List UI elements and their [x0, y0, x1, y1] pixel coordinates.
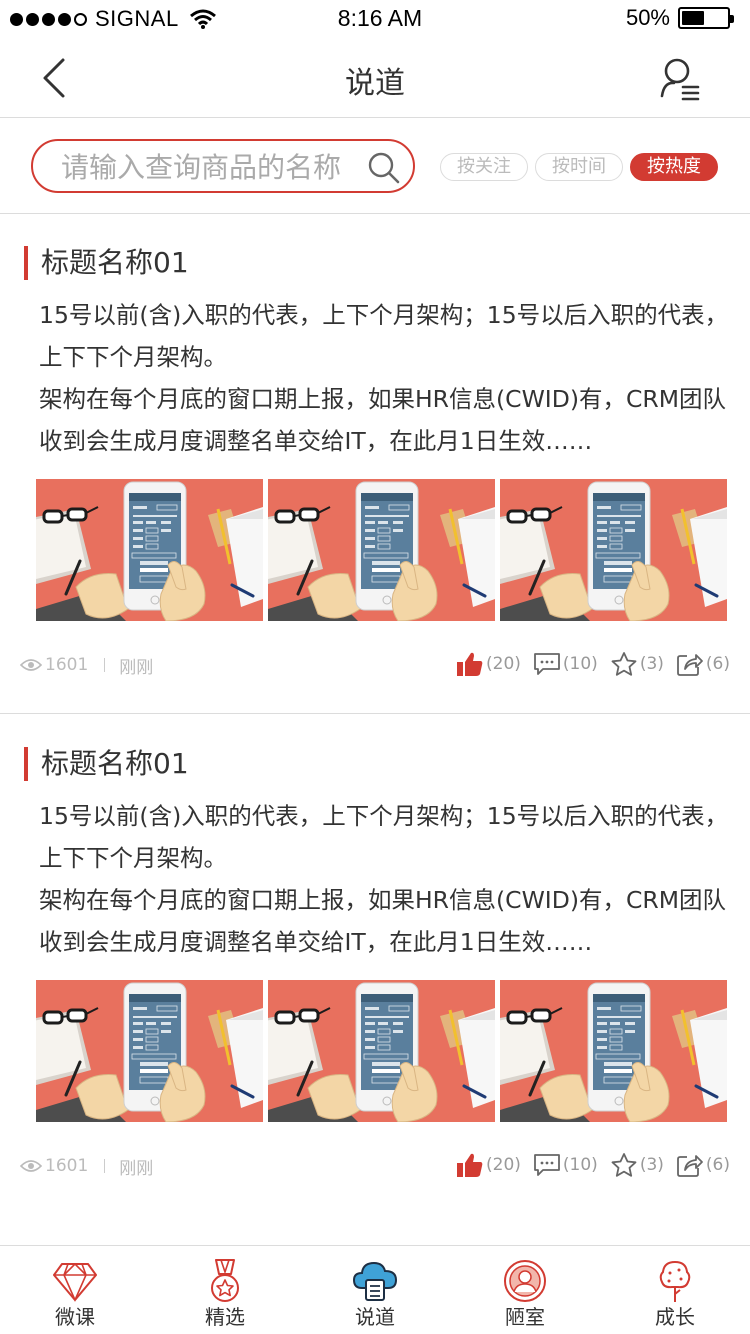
post-images [36, 479, 728, 621]
post-time: 刚刚 [119, 1158, 154, 1179]
diamond-icon [53, 1262, 97, 1302]
tab-label: 微课 [55, 1305, 95, 1329]
battery-group: 50% [625, 5, 734, 31]
page-title: 说道 [345, 66, 405, 101]
post-image[interactable] [268, 980, 495, 1122]
share-icon [677, 654, 703, 676]
thumbs-up-icon [457, 652, 483, 676]
tab-label: 成长 [655, 1305, 695, 1329]
post-title[interactable]: 标题名称01 [24, 246, 189, 280]
battery-percent: 50% [625, 5, 670, 30]
post-actions: (20) (10) (3) (6) [444, 649, 730, 679]
sort-by-popularity-button[interactable]: 按热度 [630, 153, 718, 181]
star-icon [611, 652, 637, 676]
post-image[interactable] [268, 479, 495, 621]
favorite-count: (3) [639, 654, 664, 674]
comment-button[interactable]: (10) [533, 1153, 598, 1177]
tab-label: 陋室 [505, 1305, 545, 1329]
post-image[interactable] [500, 980, 727, 1122]
phone-illustration [268, 479, 495, 621]
tab-jingxuan[interactable]: 精选 [150, 1246, 300, 1334]
post-paragraph: 架构在每个月底的窗口期上报，如果HR信息(CWID)有，CRM团队收到会生成月度… [39, 886, 727, 956]
share-count: (6) [705, 1155, 730, 1175]
post-actions: (20) (10) (3) (6) [444, 1150, 730, 1180]
search-icon[interactable] [367, 151, 401, 185]
filter-bar: 按关注 按时间 按热度 [0, 118, 750, 214]
tab-weike[interactable]: 微课 [0, 1246, 150, 1334]
phone-illustration [500, 479, 727, 621]
search-box[interactable] [31, 139, 415, 193]
share-icon [677, 1155, 703, 1177]
tab-shuodao[interactable]: 说道 [300, 1246, 450, 1334]
post-paragraph: 架构在每个月底的窗口期上报，如果HR信息(CWID)有，CRM团队收到会生成月度… [39, 385, 727, 455]
person-circle-icon [504, 1260, 546, 1302]
share-button[interactable]: (6) [676, 1152, 730, 1178]
post-images [36, 980, 728, 1122]
sort-by-time-button[interactable]: 按时间 [535, 153, 623, 181]
favorite-button[interactable]: (3) [610, 1152, 664, 1178]
battery-icon [678, 7, 734, 29]
post-card[interactable]: 标题名称01 15号以前(含)入职的代表，上下个月架构；15号以后入职的代表，上… [0, 214, 750, 714]
like-count: (20) [486, 1155, 521, 1175]
cloud-chat-icon [352, 1261, 398, 1301]
tab-bar: 微课 精选 说道 陋室 成长 [0, 1245, 750, 1334]
view-count: 1601 [45, 655, 89, 675]
post-meta: 1601 刚刚 [20, 1153, 153, 1179]
phone-illustration [500, 980, 727, 1122]
favorite-button[interactable]: (3) [610, 651, 664, 677]
status-bar: SIGNAL 8:16 AM 50% [0, 0, 750, 40]
star-icon [611, 1153, 637, 1177]
post-paragraph: 15号以前(含)入职的代表，上下个月架构；15号以后入职的代表，上下下个月架构。 [39, 301, 729, 371]
eye-icon [20, 1160, 42, 1172]
like-count: (20) [486, 654, 521, 674]
search-input[interactable] [61, 147, 361, 187]
thumbs-up-icon [457, 1153, 483, 1177]
user-list-icon[interactable] [656, 54, 706, 106]
tree-icon [659, 1260, 691, 1302]
tab-chengzhang[interactable]: 成长 [600, 1246, 750, 1334]
share-button[interactable]: (6) [676, 651, 730, 677]
post-time: 刚刚 [119, 657, 154, 678]
phone-illustration [268, 980, 495, 1122]
post-body: 15号以前(含)入职的代表，上下个月架构；15号以后入职的代表，上下下个月架构。… [39, 294, 729, 462]
comment-count: (10) [562, 1155, 598, 1175]
tab-label: 精选 [205, 1305, 245, 1329]
post-image[interactable] [36, 479, 263, 621]
post-title[interactable]: 标题名称01 [24, 747, 189, 781]
comment-button[interactable]: (10) [533, 652, 598, 676]
post-paragraph: 15号以前(含)入职的代表，上下个月架构；15号以后入职的代表，上下下个月架构。 [39, 802, 729, 872]
post-card[interactable]: 标题名称01 15号以前(含)入职的代表，上下个月架构；15号以后入职的代表，上… [0, 715, 750, 1215]
post-meta: 1601 刚刚 [20, 652, 153, 678]
battery-level [682, 11, 704, 25]
post-body: 15号以前(含)入职的代表，上下个月架构；15号以后入职的代表，上下下个月架构。… [39, 795, 729, 963]
like-button[interactable]: (20) [456, 1152, 521, 1178]
divider [104, 1159, 106, 1173]
like-button[interactable]: (20) [456, 651, 521, 677]
sort-by-follow-button[interactable]: 按关注 [440, 153, 528, 181]
phone-illustration [36, 479, 263, 621]
divider [104, 658, 106, 672]
share-count: (6) [705, 654, 730, 674]
favorite-count: (3) [639, 1155, 664, 1175]
eye-icon [20, 659, 42, 671]
nav-bar: 说道 [0, 40, 750, 118]
post-image[interactable] [500, 479, 727, 621]
comment-icon [534, 653, 560, 675]
post-image[interactable] [36, 980, 263, 1122]
tab-label: 说道 [355, 1305, 395, 1329]
comment-count: (10) [562, 654, 598, 674]
comment-icon [534, 1154, 560, 1176]
phone-illustration [36, 980, 263, 1122]
view-count: 1601 [45, 1156, 89, 1176]
tab-loushi[interactable]: 陋室 [450, 1246, 600, 1334]
medal-icon [211, 1259, 239, 1302]
